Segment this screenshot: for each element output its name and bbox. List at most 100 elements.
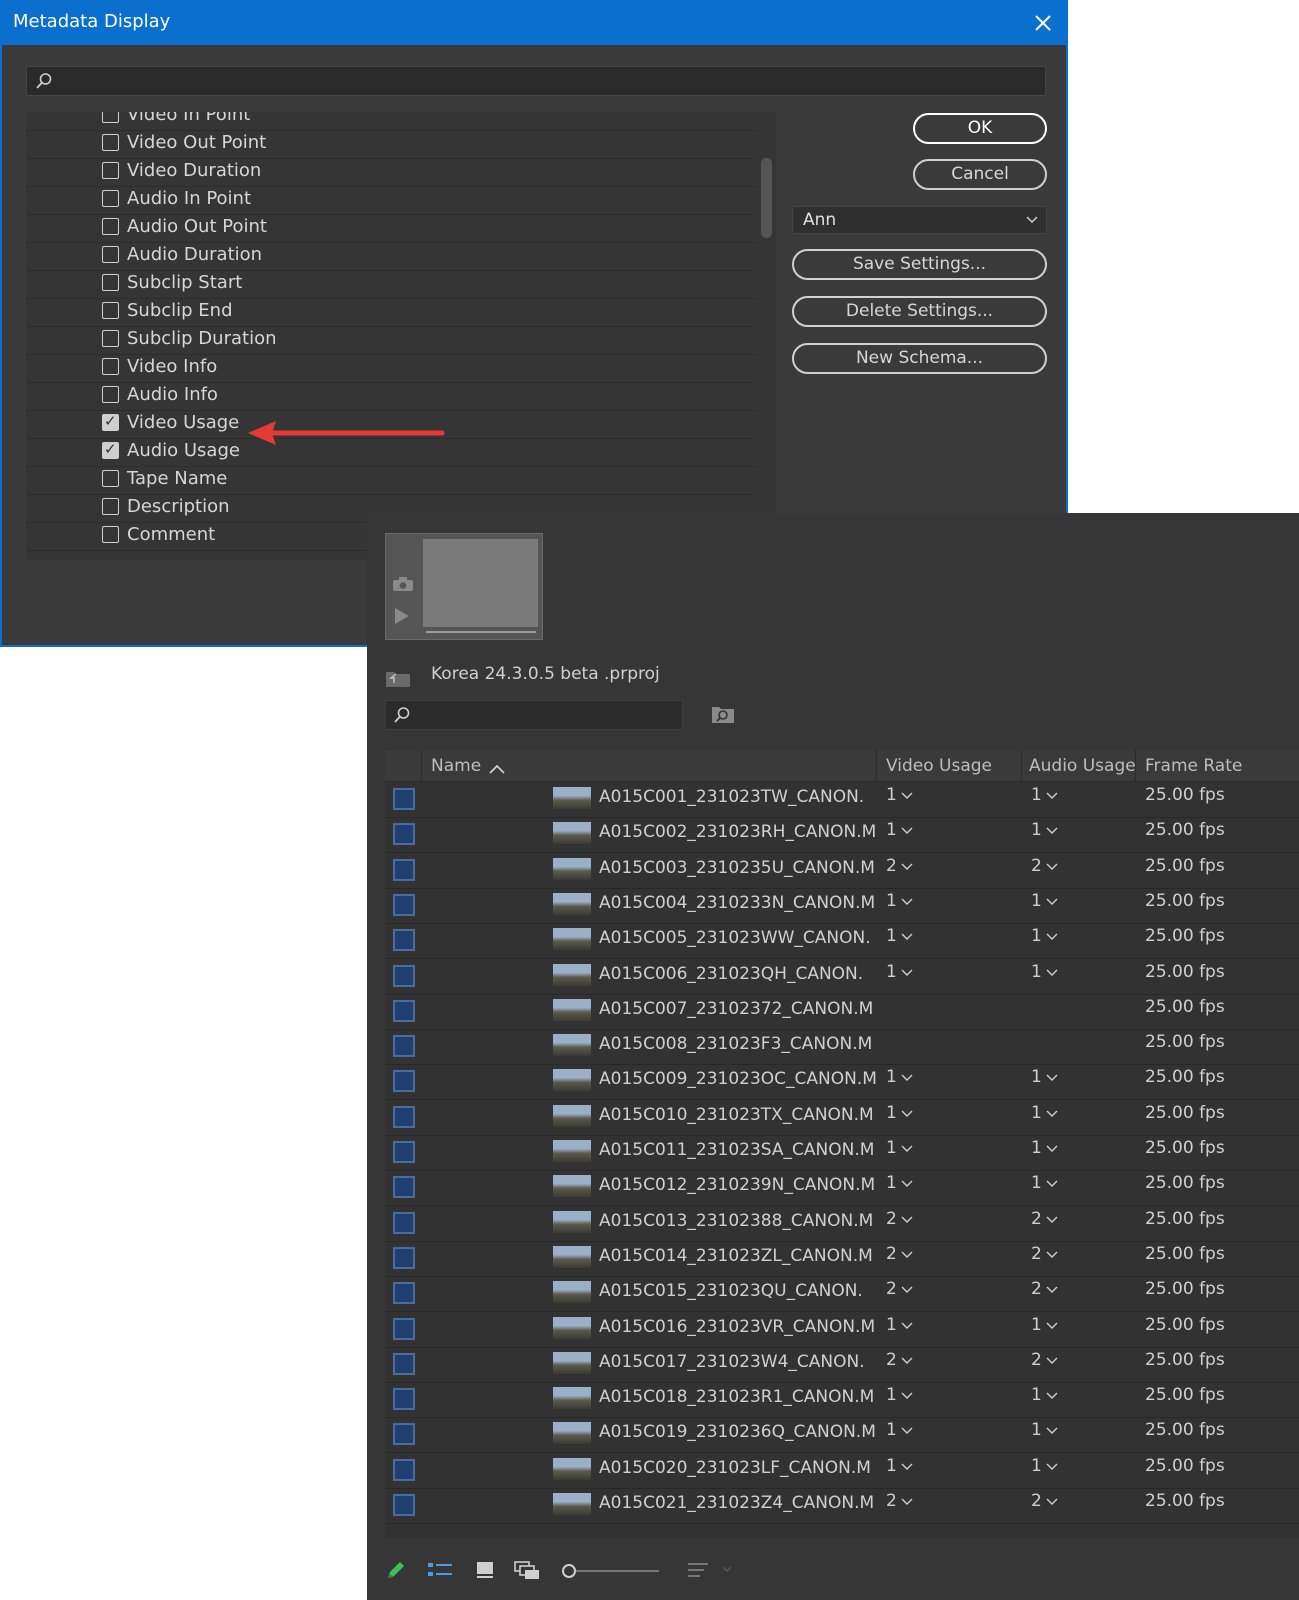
clip-name[interactable]: A015C006_231023QH_CANON. (599, 964, 863, 984)
clip-label-color[interactable] (393, 1141, 415, 1163)
close-icon[interactable] (1028, 8, 1058, 38)
metadata-search-input[interactable] (26, 66, 1046, 96)
metadata-field-row[interactable]: Audio Out Point (26, 215, 756, 243)
audio-usage-dropdown[interactable]: 2 (1031, 1491, 1058, 1511)
project-search-input[interactable] (385, 700, 683, 730)
field-checkbox[interactable] (102, 440, 119, 459)
find-icon[interactable] (711, 704, 735, 728)
clip-label-color[interactable] (393, 1211, 415, 1234)
icon-view-icon[interactable] (475, 1559, 495, 1585)
video-usage-dropdown[interactable]: 2 (886, 1350, 913, 1370)
field-checkbox[interactable] (102, 498, 119, 515)
table-row[interactable]: A015C004_2310233N_CANON.M 1 1 25.00 fps (385, 888, 1299, 924)
settings-preset-select[interactable]: Ann (792, 206, 1047, 234)
clip-label-color[interactable] (393, 1035, 415, 1058)
clip-name[interactable]: A015C003_2310235U_CANON.M (599, 858, 875, 878)
field-checkbox[interactable] (102, 274, 119, 291)
clip-label-color[interactable] (393, 1176, 415, 1199)
field-checkbox[interactable] (102, 526, 119, 543)
audio-usage-dropdown[interactable]: 1 (1031, 820, 1058, 840)
table-row[interactable]: A015C017_231023W4_CANON. 2 2 25.00 fps (385, 1347, 1299, 1383)
play-icon[interactable] (395, 608, 409, 624)
audio-usage-dropdown[interactable]: 1 (1031, 962, 1058, 982)
video-usage-dropdown[interactable]: 1 (886, 1067, 913, 1087)
clip-name[interactable]: A015C012_2310239N_CANON.M (599, 1175, 875, 1195)
table-row[interactable]: A015C020_231023LF_CANON.M 1 1 25.00 fps (385, 1453, 1299, 1489)
metadata-field-row[interactable]: Video Info (26, 355, 756, 383)
clip-label-color[interactable] (393, 1423, 415, 1446)
list-view-icon[interactable] (427, 1559, 453, 1585)
metadata-field-row[interactable]: Subclip Duration (26, 327, 756, 355)
field-checkbox[interactable] (102, 330, 119, 347)
pencil-icon[interactable] (385, 1559, 407, 1585)
audio-usage-dropdown[interactable]: 1 (1031, 891, 1058, 911)
audio-usage-dropdown[interactable]: 1 (1031, 1456, 1058, 1476)
sort-icon[interactable] (687, 1559, 735, 1585)
table-row[interactable]: A015C002_231023RH_CANON.M 1 1 25.00 fps (385, 817, 1299, 854)
field-checkbox[interactable] (102, 386, 119, 403)
clip-label-color[interactable] (393, 1246, 415, 1269)
metadata-field-row[interactable]: Video Out Point (26, 131, 756, 159)
clip-label-color[interactable] (393, 964, 415, 987)
clip-name[interactable]: A015C016_231023VR_CANON.M (599, 1317, 875, 1337)
new-schema-button[interactable]: New Schema... (792, 343, 1047, 374)
clip-name[interactable]: A015C004_2310233N_CANON.M (599, 893, 875, 913)
clip-label-color[interactable] (393, 999, 415, 1022)
table-row[interactable]: A015C019_2310236Q_CANON.M 1 1 25.00 fps (385, 1417, 1299, 1454)
clip-label-color[interactable] (393, 893, 415, 916)
clip-name[interactable]: A015C018_231023R1_CANON.M (599, 1387, 874, 1407)
table-row[interactable]: A015C021_231023Z4_CANON.M 2 2 25.00 fps (385, 1488, 1299, 1524)
preview-thumbnail[interactable] (385, 533, 543, 640)
freeform-view-icon[interactable] (513, 1559, 543, 1585)
audio-usage-dropdown[interactable]: 1 (1031, 1138, 1058, 1158)
metadata-field-list[interactable]: Video In Point Video Out Point Video Durat… (26, 112, 776, 560)
field-checkbox[interactable] (102, 190, 119, 207)
clip-name[interactable]: A015C005_231023WW_CANON. (599, 928, 871, 948)
delete-settings-button[interactable]: Delete Settings... (792, 296, 1047, 327)
clip-label-color[interactable] (393, 788, 415, 810)
clip-label-color[interactable] (393, 858, 415, 881)
clip-label-color[interactable] (393, 1317, 415, 1340)
table-row[interactable]: A015C015_231023QU_CANON. 2 2 25.00 fps (385, 1276, 1299, 1313)
video-usage-dropdown[interactable]: 2 (886, 1279, 913, 1299)
video-usage-dropdown[interactable]: 1 (886, 1456, 913, 1476)
metadata-field-row[interactable]: Audio Info (26, 383, 756, 411)
audio-usage-dropdown[interactable]: 1 (1031, 1173, 1058, 1193)
camera-icon[interactable] (392, 576, 414, 596)
field-checkbox[interactable] (102, 358, 119, 375)
video-usage-dropdown[interactable]: 1 (886, 962, 913, 982)
ok-button[interactable]: OK (913, 113, 1047, 144)
audio-usage-dropdown[interactable]: 1 (1031, 926, 1058, 946)
sort-ascending-icon[interactable] (489, 759, 505, 779)
clip-name[interactable]: A015C007_23102372_CANON.M (599, 999, 873, 1019)
audio-usage-dropdown[interactable]: 2 (1031, 1279, 1058, 1299)
video-usage-dropdown[interactable]: 1 (886, 785, 913, 805)
field-checkbox[interactable] (102, 162, 119, 179)
metadata-field-row[interactable]: Tape Name (26, 467, 756, 495)
field-checkbox[interactable] (102, 112, 119, 123)
table-row[interactable]: A015C008_231023F3_CANON.M 25.00 fps (385, 1029, 1299, 1066)
column-header-frame-rate[interactable]: Frame Rate (1145, 756, 1242, 776)
video-usage-dropdown[interactable]: 1 (886, 1138, 913, 1158)
clip-name[interactable]: A015C008_231023F3_CANON.M (599, 1034, 872, 1054)
video-usage-dropdown[interactable]: 2 (886, 856, 913, 876)
metadata-field-row[interactable]: Audio Duration (26, 243, 756, 271)
preview-scrub-bar[interactable] (426, 631, 536, 633)
clip-name[interactable]: A015C020_231023LF_CANON.M (599, 1458, 871, 1478)
video-usage-dropdown[interactable]: 2 (886, 1209, 913, 1229)
table-row[interactable]: A015C012_2310239N_CANON.M 1 1 25.00 fps (385, 1170, 1299, 1207)
clip-label-color[interactable] (393, 1282, 415, 1305)
audio-usage-dropdown[interactable]: 1 (1031, 1315, 1058, 1335)
metadata-field-row[interactable]: Video Duration (26, 159, 756, 187)
audio-usage-dropdown[interactable]: 1 (1031, 1103, 1058, 1123)
audio-usage-dropdown[interactable]: 2 (1031, 1350, 1058, 1370)
field-checkbox[interactable] (102, 302, 119, 319)
audio-usage-dropdown[interactable]: 1 (1031, 785, 1058, 805)
audio-usage-dropdown[interactable]: 1 (1031, 1420, 1058, 1440)
clip-name[interactable]: A015C021_231023Z4_CANON.M (599, 1493, 874, 1513)
clip-name[interactable]: A015C019_2310236Q_CANON.M (599, 1422, 876, 1442)
field-checkbox[interactable] (102, 412, 119, 431)
table-row[interactable]: A015C013_23102388_CANON.M 2 2 25.00 fps (385, 1206, 1299, 1242)
audio-usage-dropdown[interactable]: 2 (1031, 1244, 1058, 1264)
video-usage-dropdown[interactable]: 2 (886, 1491, 913, 1511)
